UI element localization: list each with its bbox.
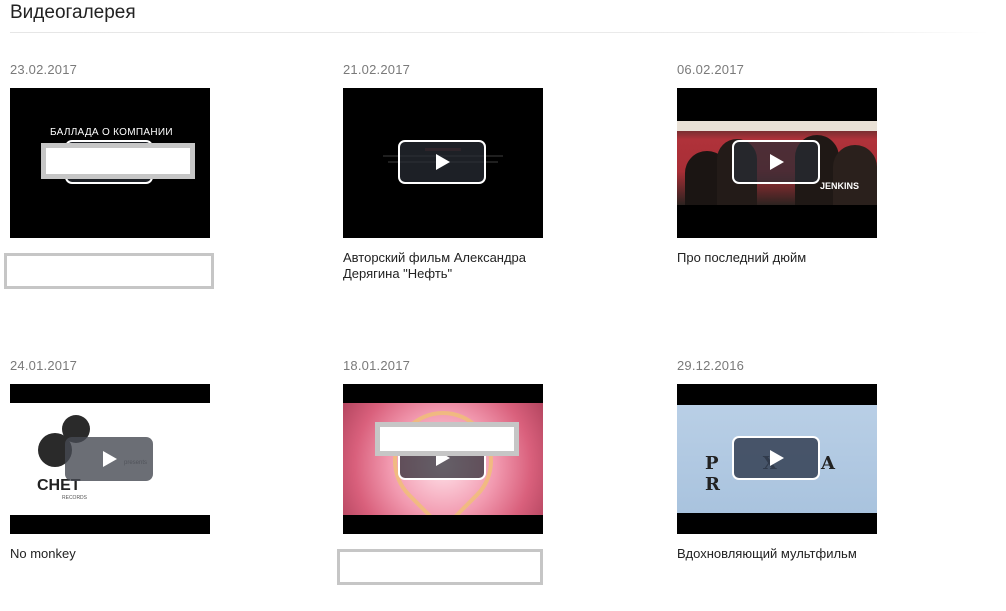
video-card: 24.01.2017 CHET RECORDS presents No monk… xyxy=(10,358,230,561)
play-button[interactable] xyxy=(398,140,486,184)
play-icon xyxy=(103,451,117,467)
play-icon xyxy=(436,154,450,170)
redacted-caption xyxy=(4,253,214,289)
redacted-region xyxy=(375,422,519,456)
thumbnail-logo-subtext: RECORDS xyxy=(62,495,88,501)
video-card: 23.02.2017 БАЛЛАДА О КОМПАНИИ xyxy=(4,62,230,289)
video-date: 23.02.2017 xyxy=(10,62,78,77)
video-thumbnail[interactable]: CHET RECORDS presents xyxy=(10,384,210,534)
video-card: 29.12.2016 P X A R Вдохновляющий мультфи… xyxy=(677,358,897,561)
video-thumbnail[interactable]: БАЛЛАДА О КОМПАНИИ xyxy=(10,88,210,238)
thumbnail-jersey-text: JENKINS xyxy=(820,181,860,191)
video-date: 18.01.2017 xyxy=(343,358,411,373)
video-thumbnail[interactable] xyxy=(343,384,543,534)
video-date: 21.02.2017 xyxy=(343,62,411,77)
title-divider xyxy=(10,32,990,33)
video-caption[interactable]: Авторский фильм Александра Дерягина "Неф… xyxy=(343,250,553,282)
redacted-caption xyxy=(337,549,543,585)
video-date: 29.12.2016 xyxy=(677,358,745,373)
video-card: 21.02.2017 Авторский фильм Александра Де… xyxy=(343,62,563,281)
video-thumbnail[interactable]: JENKINS xyxy=(677,88,877,238)
video-caption[interactable]: No monkey xyxy=(10,546,220,562)
video-date: 06.02.2017 xyxy=(677,62,745,77)
video-caption[interactable]: Про последний дюйм xyxy=(677,250,887,266)
play-button[interactable] xyxy=(732,436,820,480)
video-caption[interactable]: Вдохновляющий мультфильм xyxy=(677,546,887,562)
play-button[interactable] xyxy=(732,140,820,184)
video-card: 06.02.2017 JENKINS Про последний дюйм xyxy=(677,62,897,265)
video-thumbnail[interactable]: P X A R xyxy=(677,384,877,534)
video-card: 18.01.2017 xyxy=(337,358,563,585)
play-icon xyxy=(770,154,784,170)
video-date: 24.01.2017 xyxy=(10,358,78,373)
redacted-region xyxy=(41,143,195,179)
play-button[interactable] xyxy=(65,437,153,481)
video-thumbnail[interactable] xyxy=(343,88,543,238)
thumbnail-title-text: БАЛЛАДА О КОМПАНИИ xyxy=(50,127,173,138)
page-title: Видеогалерея xyxy=(10,2,136,23)
play-icon xyxy=(770,450,784,466)
